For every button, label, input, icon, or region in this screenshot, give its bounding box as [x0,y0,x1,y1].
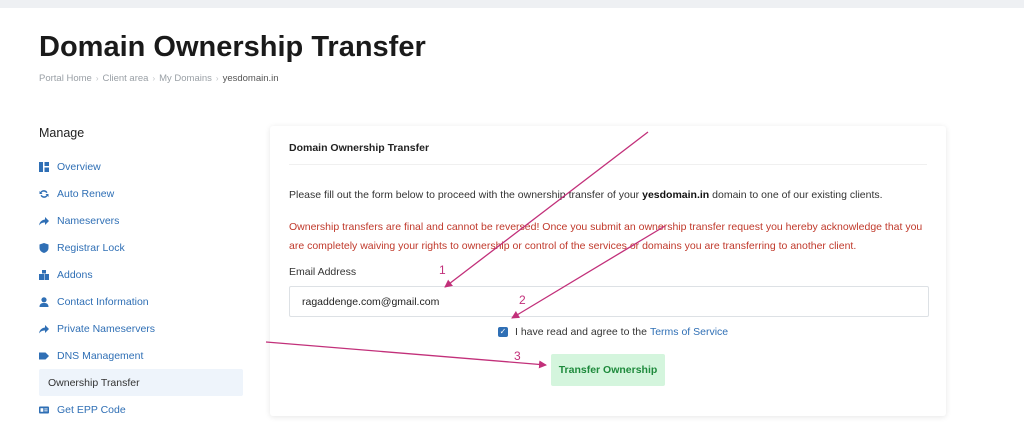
sync-icon [39,189,49,199]
sidebar-item-ownership-transfer[interactable]: Ownership Transfer [39,369,243,396]
sidebar-item-label: DNS Management [57,349,144,362]
shield-icon [39,242,49,253]
breadcrumb-separator: › [95,74,99,83]
intro-text: Please fill out the form below to procee… [289,189,929,201]
breadcrumb-client-area[interactable]: Client area [102,73,148,84]
cubes-icon [39,269,49,280]
sidebar-item-label: Get EPP Code [57,403,126,416]
annotation-label-1: 1 [439,263,446,277]
sidebar-item-label: Addons [57,268,93,281]
sidebar-item-private-nameservers[interactable]: Private Nameservers [39,315,243,342]
sidebar-item-dns-management[interactable]: DNS Management [39,342,243,369]
sidebar-item-overview[interactable]: Overview [39,153,243,180]
page: Domain Ownership Transfer Portal Home › … [0,8,1024,440]
breadcrumb-separator: › [215,74,219,83]
breadcrumb-separator: › [152,74,156,83]
tag-icon [39,351,49,361]
tos-row: ✓ I have read and agree to the Terms of … [498,326,728,338]
sidebar-item-label: Auto Renew [57,187,115,200]
id-card-icon [39,405,49,415]
sidebar-item-nameservers[interactable]: Nameservers [39,207,243,234]
dashboard-icon [39,161,49,172]
sidebar: Manage Overview Auto Renew Nameservers R… [39,126,243,423]
email-label: Email Address [289,266,357,278]
annotation-label-2: 2 [519,293,526,307]
tos-checkbox[interactable]: ✓ [498,327,508,337]
intro-after: domain to one of our existing clients. [712,189,883,201]
sidebar-item-label: Overview [57,160,101,173]
breadcrumb: Portal Home › Client area › My Domains ›… [39,73,279,84]
top-bar [0,0,1024,8]
card-title: Domain Ownership Transfer [289,142,430,154]
share-arrow-icon [39,324,49,334]
breadcrumb-portal-home[interactable]: Portal Home [39,73,92,84]
transfer-ownership-button[interactable]: Transfer Ownership [551,354,665,386]
sidebar-title: Manage [39,126,85,140]
sidebar-item-registrar-lock[interactable]: Registrar Lock [39,234,243,261]
share-arrow-icon [39,216,49,226]
sidebar-item-label: Ownership Transfer [48,376,140,389]
card-divider [289,164,927,165]
breadcrumb-current: yesdomain.in [222,73,279,84]
sidebar-item-auto-renew[interactable]: Auto Renew [39,180,243,207]
tos-text: I have read and agree to the [515,326,647,338]
intro-before: Please fill out the form below to procee… [289,189,640,201]
warning-text: Ownership transfers are final and cannot… [289,221,923,252]
sidebar-item-contact-information[interactable]: Contact Information [39,288,243,315]
terms-of-service-link[interactable]: Terms of Service [650,326,728,338]
sidebar-item-get-epp-code[interactable]: Get EPP Code [39,396,243,423]
sidebar-item-label: Nameservers [57,214,120,227]
page-title: Domain Ownership Transfer [39,31,426,63]
sidebar-item-label: Registrar Lock [57,241,125,254]
sidebar-item-label: Contact Information [57,295,149,308]
sidebar-item-label: Private Nameservers [57,322,156,335]
breadcrumb-my-domains[interactable]: My Domains [159,73,212,84]
email-field[interactable] [289,286,929,317]
sidebar-item-addons[interactable]: Addons [39,261,243,288]
intro-domain: yesdomain.in [642,189,710,201]
user-icon [39,296,49,307]
transfer-card: Domain Ownership Transfer Please fill ou… [270,126,946,416]
annotation-label-3: 3 [514,349,521,363]
